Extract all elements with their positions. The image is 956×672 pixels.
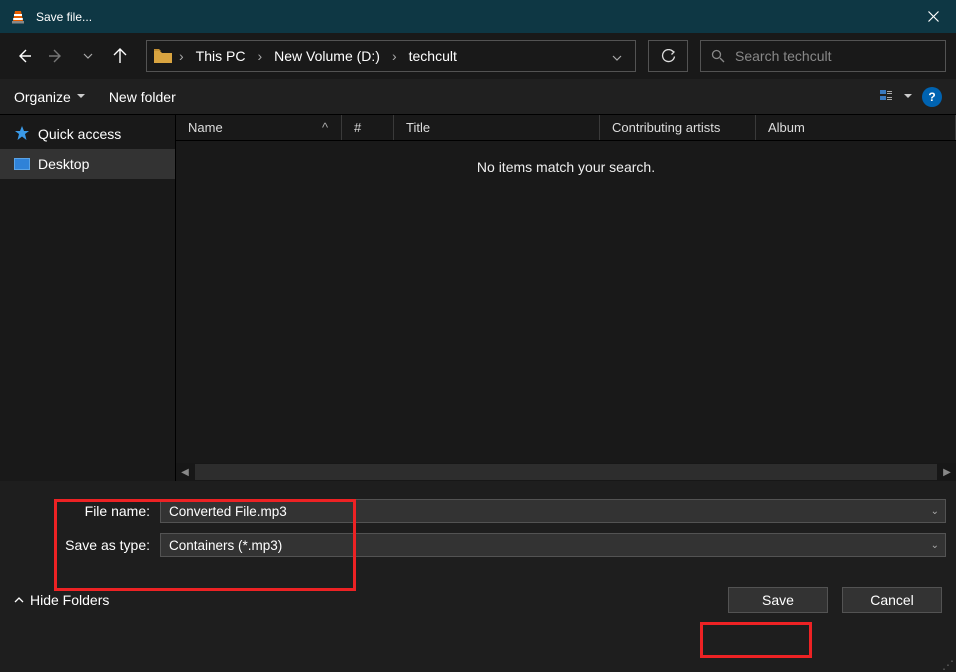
column-number[interactable]: # <box>342 115 394 140</box>
sidebar-item-label: Quick access <box>38 126 121 142</box>
horizontal-scrollbar[interactable]: ◀ ▶ <box>176 463 956 481</box>
chevron-right-icon: › <box>177 48 186 64</box>
folder-icon <box>153 46 173 66</box>
breadcrumb-item[interactable]: techcult <box>403 48 463 64</box>
filename-input[interactable]: Converted File.mp3 ⌄ <box>160 499 946 523</box>
filename-row: File name: Converted File.mp3 ⌄ <box>10 499 946 523</box>
search-placeholder: Search techcult <box>735 48 832 64</box>
breadcrumb-dropdown[interactable] <box>605 48 629 64</box>
sidebar-item-label: Desktop <box>38 156 89 172</box>
back-button[interactable] <box>10 42 38 70</box>
footer: Hide Folders Save Cancel <box>0 573 956 635</box>
hide-folders-button[interactable]: Hide Folders <box>14 592 109 608</box>
star-icon <box>14 125 30 144</box>
saveas-row: Save as type: Containers (*.mp3) ⌄ <box>10 533 946 557</box>
column-title[interactable]: Title <box>394 115 600 140</box>
arrow-right-icon <box>48 48 64 64</box>
nav-bar: › This PC › New Volume (D:) › techcult S… <box>0 33 956 79</box>
breadcrumb-item[interactable]: New Volume (D:) <box>268 48 386 64</box>
help-button[interactable]: ? <box>922 87 942 107</box>
save-button[interactable]: Save <box>728 587 828 613</box>
arrow-up-icon <box>112 48 128 64</box>
resize-grip-icon[interactable]: ⋰ <box>942 662 954 668</box>
file-list-area: Name ^ # Title Contributing artists Albu… <box>175 115 956 481</box>
sidebar-item-desktop[interactable]: Desktop <box>0 149 175 179</box>
chevron-down-icon <box>77 94 85 99</box>
arrow-left-icon <box>16 48 32 64</box>
refresh-button[interactable] <box>648 40 688 72</box>
details-view-icon <box>880 89 900 105</box>
refresh-icon <box>661 49 676 64</box>
forward-button[interactable] <box>42 42 70 70</box>
chevron-up-icon <box>14 597 24 603</box>
close-button[interactable] <box>910 0 956 33</box>
breadcrumb[interactable]: › This PC › New Volume (D:) › techcult <box>146 40 636 72</box>
window-title: Save file... <box>36 10 92 24</box>
desktop-icon <box>14 158 30 170</box>
empty-message: No items match your search. <box>176 141 956 463</box>
body: Quick access Desktop Name ^ # Title Cont… <box>0 115 956 481</box>
breadcrumb-item[interactable]: This PC <box>190 48 252 64</box>
cancel-button[interactable]: Cancel <box>842 587 942 613</box>
saveas-select[interactable]: Containers (*.mp3) ⌄ <box>160 533 946 557</box>
saveas-label: Save as type: <box>10 537 160 553</box>
chevron-down-icon[interactable]: ⌄ <box>931 540 939 551</box>
search-icon <box>711 49 725 63</box>
title-bar: Save file... <box>0 0 956 33</box>
bottom-bar: File name: Converted File.mp3 ⌄ Save as … <box>0 481 956 573</box>
chevron-right-icon: › <box>255 48 264 64</box>
chevron-right-icon: › <box>390 48 399 64</box>
toolbar: Organize New folder ? <box>0 79 956 115</box>
chevron-down-icon <box>612 55 622 61</box>
scroll-left-icon[interactable]: ◀ <box>176 467 194 478</box>
filename-label: File name: <box>10 503 160 519</box>
search-input[interactable]: Search techcult <box>700 40 946 72</box>
vlc-icon <box>8 7 28 27</box>
sidebar-item-quick-access[interactable]: Quick access <box>0 119 175 149</box>
column-album[interactable]: Album <box>756 115 956 140</box>
column-headers: Name ^ # Title Contributing artists Albu… <box>176 115 956 141</box>
sort-indicator-icon: ^ <box>315 120 335 135</box>
close-icon <box>928 11 939 22</box>
chevron-down-icon <box>904 94 912 99</box>
sidebar: Quick access Desktop <box>0 115 175 481</box>
recent-dropdown[interactable] <box>74 42 102 70</box>
scroll-track[interactable] <box>195 464 937 480</box>
new-folder-button[interactable]: New folder <box>109 89 176 105</box>
column-name[interactable]: Name ^ <box>176 115 342 140</box>
chevron-down-icon[interactable]: ⌄ <box>931 506 939 517</box>
organize-menu[interactable]: Organize <box>14 89 85 105</box>
scroll-right-icon[interactable]: ▶ <box>938 467 956 478</box>
column-contributing-artists[interactable]: Contributing artists <box>600 115 756 140</box>
up-button[interactable] <box>106 42 134 70</box>
chevron-down-icon <box>83 53 93 59</box>
view-options[interactable] <box>880 89 912 105</box>
